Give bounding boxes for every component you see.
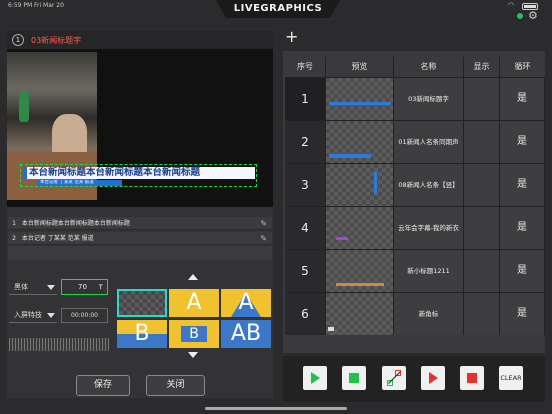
template-glyph: A	[186, 290, 202, 315]
column-header-display: 显示	[464, 57, 500, 77]
status-time: 6:59 PM	[8, 2, 33, 9]
row-preview	[326, 293, 394, 335]
save-button[interactable]: 保存	[76, 375, 130, 396]
text-line-row[interactable]: 1 本台新闻标题本台新闻标题本台新闻标题 ✎	[8, 217, 272, 230]
font-select-value: 黑体	[14, 283, 28, 291]
row-loop[interactable]: 是	[500, 164, 545, 206]
template-thumb-b-box[interactable]: B	[169, 320, 219, 348]
timecode-input[interactable]: 00:00:00	[61, 308, 108, 323]
row-loop[interactable]: 是	[500, 250, 545, 292]
row-loop[interactable]: 是	[500, 293, 545, 335]
template-glyph: AB	[230, 321, 262, 346]
text-line-number: 1	[12, 220, 16, 227]
lower-third-subtitle: 本台记者 丁某某 范某 报道	[37, 180, 122, 186]
row-loop[interactable]: 是	[500, 121, 545, 163]
row-preview	[326, 250, 394, 292]
stop-icon[interactable]	[342, 366, 366, 390]
row-seq: 2	[285, 121, 326, 163]
row-name: 08新闻人名条【竖】	[394, 164, 464, 206]
row-display[interactable]	[464, 250, 500, 292]
connection-status-indicator	[517, 13, 523, 19]
plus-icon[interactable]: +	[285, 29, 298, 45]
row-display[interactable]	[464, 121, 500, 163]
preview-title: 03新闻标题字	[31, 36, 82, 45]
table-row[interactable]: 2 01新闻人名条同期声 是	[285, 120, 545, 163]
text-size-icon: ᴛ	[98, 282, 103, 291]
font-size-input[interactable]: 70 ᴛ	[61, 279, 108, 295]
template-thumb-a[interactable]: A	[169, 289, 219, 317]
home-indicator	[205, 407, 347, 410]
row-loop[interactable]: 是	[500, 78, 545, 120]
row-seq: 3	[285, 164, 326, 206]
row-seq: 4	[285, 207, 326, 249]
row-preview	[326, 78, 394, 120]
pencil-icon[interactable]: ✎	[260, 232, 267, 245]
chevron-down-icon	[47, 313, 55, 318]
duration-slider[interactable]	[9, 338, 109, 351]
row-preview	[326, 121, 394, 163]
row-name: 01新闻人名条同期声	[394, 121, 464, 163]
row-name: 云年会字幕-我的新衣	[394, 207, 464, 249]
effect-select-value: 入屏特技	[14, 311, 42, 319]
table-row[interactable]: 4 云年会字幕-我的新衣 是	[285, 206, 545, 249]
chevron-down-icon	[47, 285, 55, 290]
template-thumb-ab[interactable]: AB	[221, 320, 271, 348]
column-header-name: 名称	[394, 57, 464, 77]
template-thumb-a-triangle[interactable]: A	[221, 289, 271, 317]
row-display[interactable]	[464, 78, 500, 120]
table-row[interactable]: 5 新小标题1211 是	[285, 249, 545, 292]
text-line-empty[interactable]	[8, 246, 272, 260]
row-display[interactable]	[464, 293, 500, 335]
row-name: 新小标题1211	[394, 250, 464, 292]
row-preview	[326, 164, 394, 206]
column-header-loop: 循环	[500, 57, 545, 77]
text-line-number: 2	[12, 235, 16, 242]
text-line-content[interactable]: 本台新闻标题本台新闻标题本台新闻标题	[22, 220, 130, 227]
swap-icon[interactable]	[382, 366, 406, 390]
close-button[interactable]: 关闭	[146, 375, 205, 396]
row-name: 03新闻标题字	[394, 78, 464, 120]
row-seq: 5	[285, 250, 326, 292]
effect-select[interactable]: 入屏特技	[9, 308, 57, 323]
font-size-value: 70	[78, 283, 87, 291]
template-thumb-blank[interactable]	[117, 289, 167, 317]
lower-third-title: 本台新闻标题本台新闻标题本台新闻标题	[29, 167, 201, 178]
font-select[interactable]: 黑体	[9, 280, 57, 295]
row-seq: 1	[285, 78, 326, 120]
gear-icon[interactable]: ⚙	[528, 9, 538, 22]
table-header: 序号 预览 名称 显示 循环	[285, 57, 545, 77]
row-display[interactable]	[464, 207, 500, 249]
row-display[interactable]	[464, 164, 500, 206]
chevron-up-icon[interactable]	[188, 274, 198, 280]
text-line-row[interactable]: 2 本台记者 丁某某 范某 报道 ✎	[8, 232, 272, 245]
template-glyph: A	[238, 290, 254, 315]
stop-icon[interactable]	[460, 366, 484, 390]
app-logo: LIVEGRAPHICS	[216, 0, 340, 18]
row-seq: 6	[285, 293, 326, 335]
column-header-seq: 序号	[285, 57, 326, 77]
table-row[interactable]: 1 03新闻标题字 是	[285, 77, 545, 120]
wifi-icon: ◠	[508, 1, 515, 9]
play-icon[interactable]	[303, 366, 327, 390]
play-icon[interactable]	[421, 366, 445, 390]
row-preview	[326, 207, 394, 249]
template-glyph: B	[189, 326, 199, 342]
table-row[interactable]: 6 新角标 是	[285, 292, 545, 335]
chevron-down-icon[interactable]	[188, 352, 198, 358]
template-glyph: B	[134, 321, 150, 346]
template-thumb-b[interactable]: B	[117, 320, 167, 348]
pencil-icon[interactable]: ✎	[260, 217, 267, 230]
row-loop[interactable]: 是	[500, 207, 545, 249]
column-header-preview: 预览	[326, 57, 394, 77]
table-row[interactable]: 3 08新闻人名条【竖】 是	[285, 163, 545, 206]
text-line-content[interactable]: 本台记者 丁某某 范某 报道	[22, 235, 94, 242]
preview-number: 1	[12, 34, 24, 46]
status-date: Fri Mar 20	[34, 2, 64, 9]
row-name: 新角标	[394, 293, 464, 335]
clear-button[interactable]: CLEAR	[499, 366, 523, 390]
